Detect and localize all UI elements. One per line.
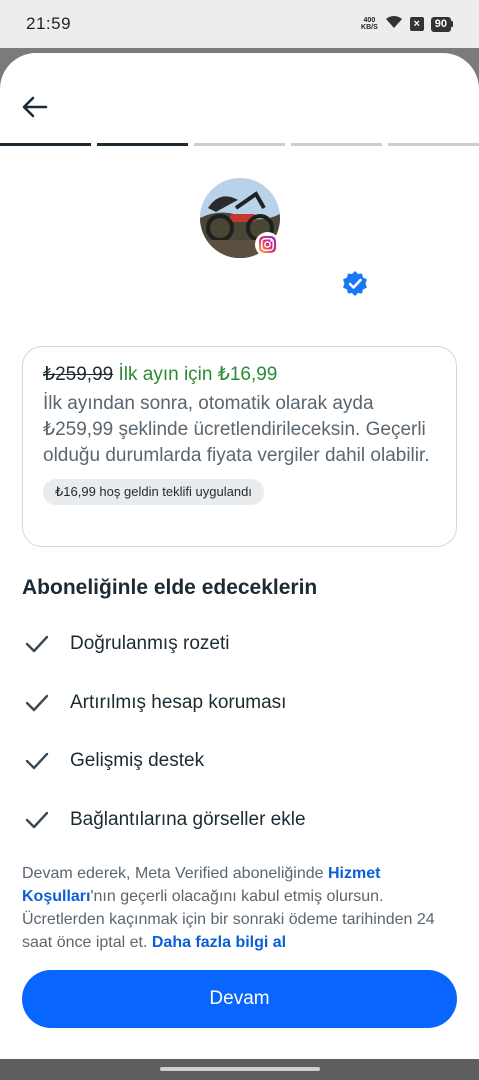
check-icon [22,629,52,659]
learn-more-link[interactable]: Daha fazla bilgi al [152,934,286,951]
home-gesture-handle[interactable] [160,1067,320,1071]
status-icons: 400 KB/S × 90 [361,15,453,34]
offer-price-line: ₺259,99 İlk ayın için ₺16,99 [43,361,436,389]
offer-card: ₺259,99 İlk ayın için ₺16,99 İlk ayından… [22,346,457,547]
terms-text: Devam ederek, Meta Verified aboneliğinde… [22,862,457,954]
sim-off-icon: × [409,17,424,31]
benefit-item: Doğrulanmış rozeti [22,629,229,659]
instagram-icon [255,232,280,257]
check-icon [22,688,52,718]
old-price: ₺259,99 [43,364,114,385]
check-icon [22,805,52,835]
benefit-label: Gelişmiş destek [70,750,205,771]
network-speed-unit: KB/S [361,24,378,31]
network-speed: 400 KB/S [361,17,378,31]
welcome-offer-pill: ₺16,99 hoş geldin teklifi uygulandı [43,479,264,505]
wifi-icon [385,15,403,34]
benefit-item: Artırılmış hesap koruması [22,688,286,718]
offer-description: İlk ayından sonra, otomatik olarak ayda … [43,393,430,466]
progress-step [291,143,382,146]
benefit-label: Bağlantılarına görseller ekle [70,809,306,830]
benefit-item: Gelişmiş destek [22,746,204,776]
verified-badge-icon [341,270,369,298]
back-button[interactable] [18,92,52,126]
continue-button[interactable]: Devam [22,970,457,1028]
benefit-label: Doğrulanmış rozeti [70,633,230,654]
step-progress [0,143,479,146]
promo-price: İlk ayın için ₺16,99 [118,364,278,385]
status-time: 21:59 [26,14,72,33]
progress-step [97,143,188,146]
benefits-title: Aboneliğinle elde edeceklerin [22,576,318,599]
battery-indicator: 90 [430,16,453,32]
benefit-item: Bağlantılarına görseller ekle [22,805,306,835]
profile-avatar-group [200,178,280,258]
check-icon [22,746,52,776]
progress-step [194,143,285,146]
progress-step [0,143,91,146]
status-bar: 21:59 400 KB/S × 90 [0,0,479,48]
battery-tip [451,21,453,27]
benefit-label: Artırılmış hesap koruması [70,692,287,713]
network-speed-value: 400 [363,17,376,24]
arrow-left-icon [22,96,48,123]
progress-step [388,143,479,146]
battery-level: 90 [430,16,451,32]
terms-text-part: Devam ederek, Meta Verified aboneliğinde [22,865,328,882]
